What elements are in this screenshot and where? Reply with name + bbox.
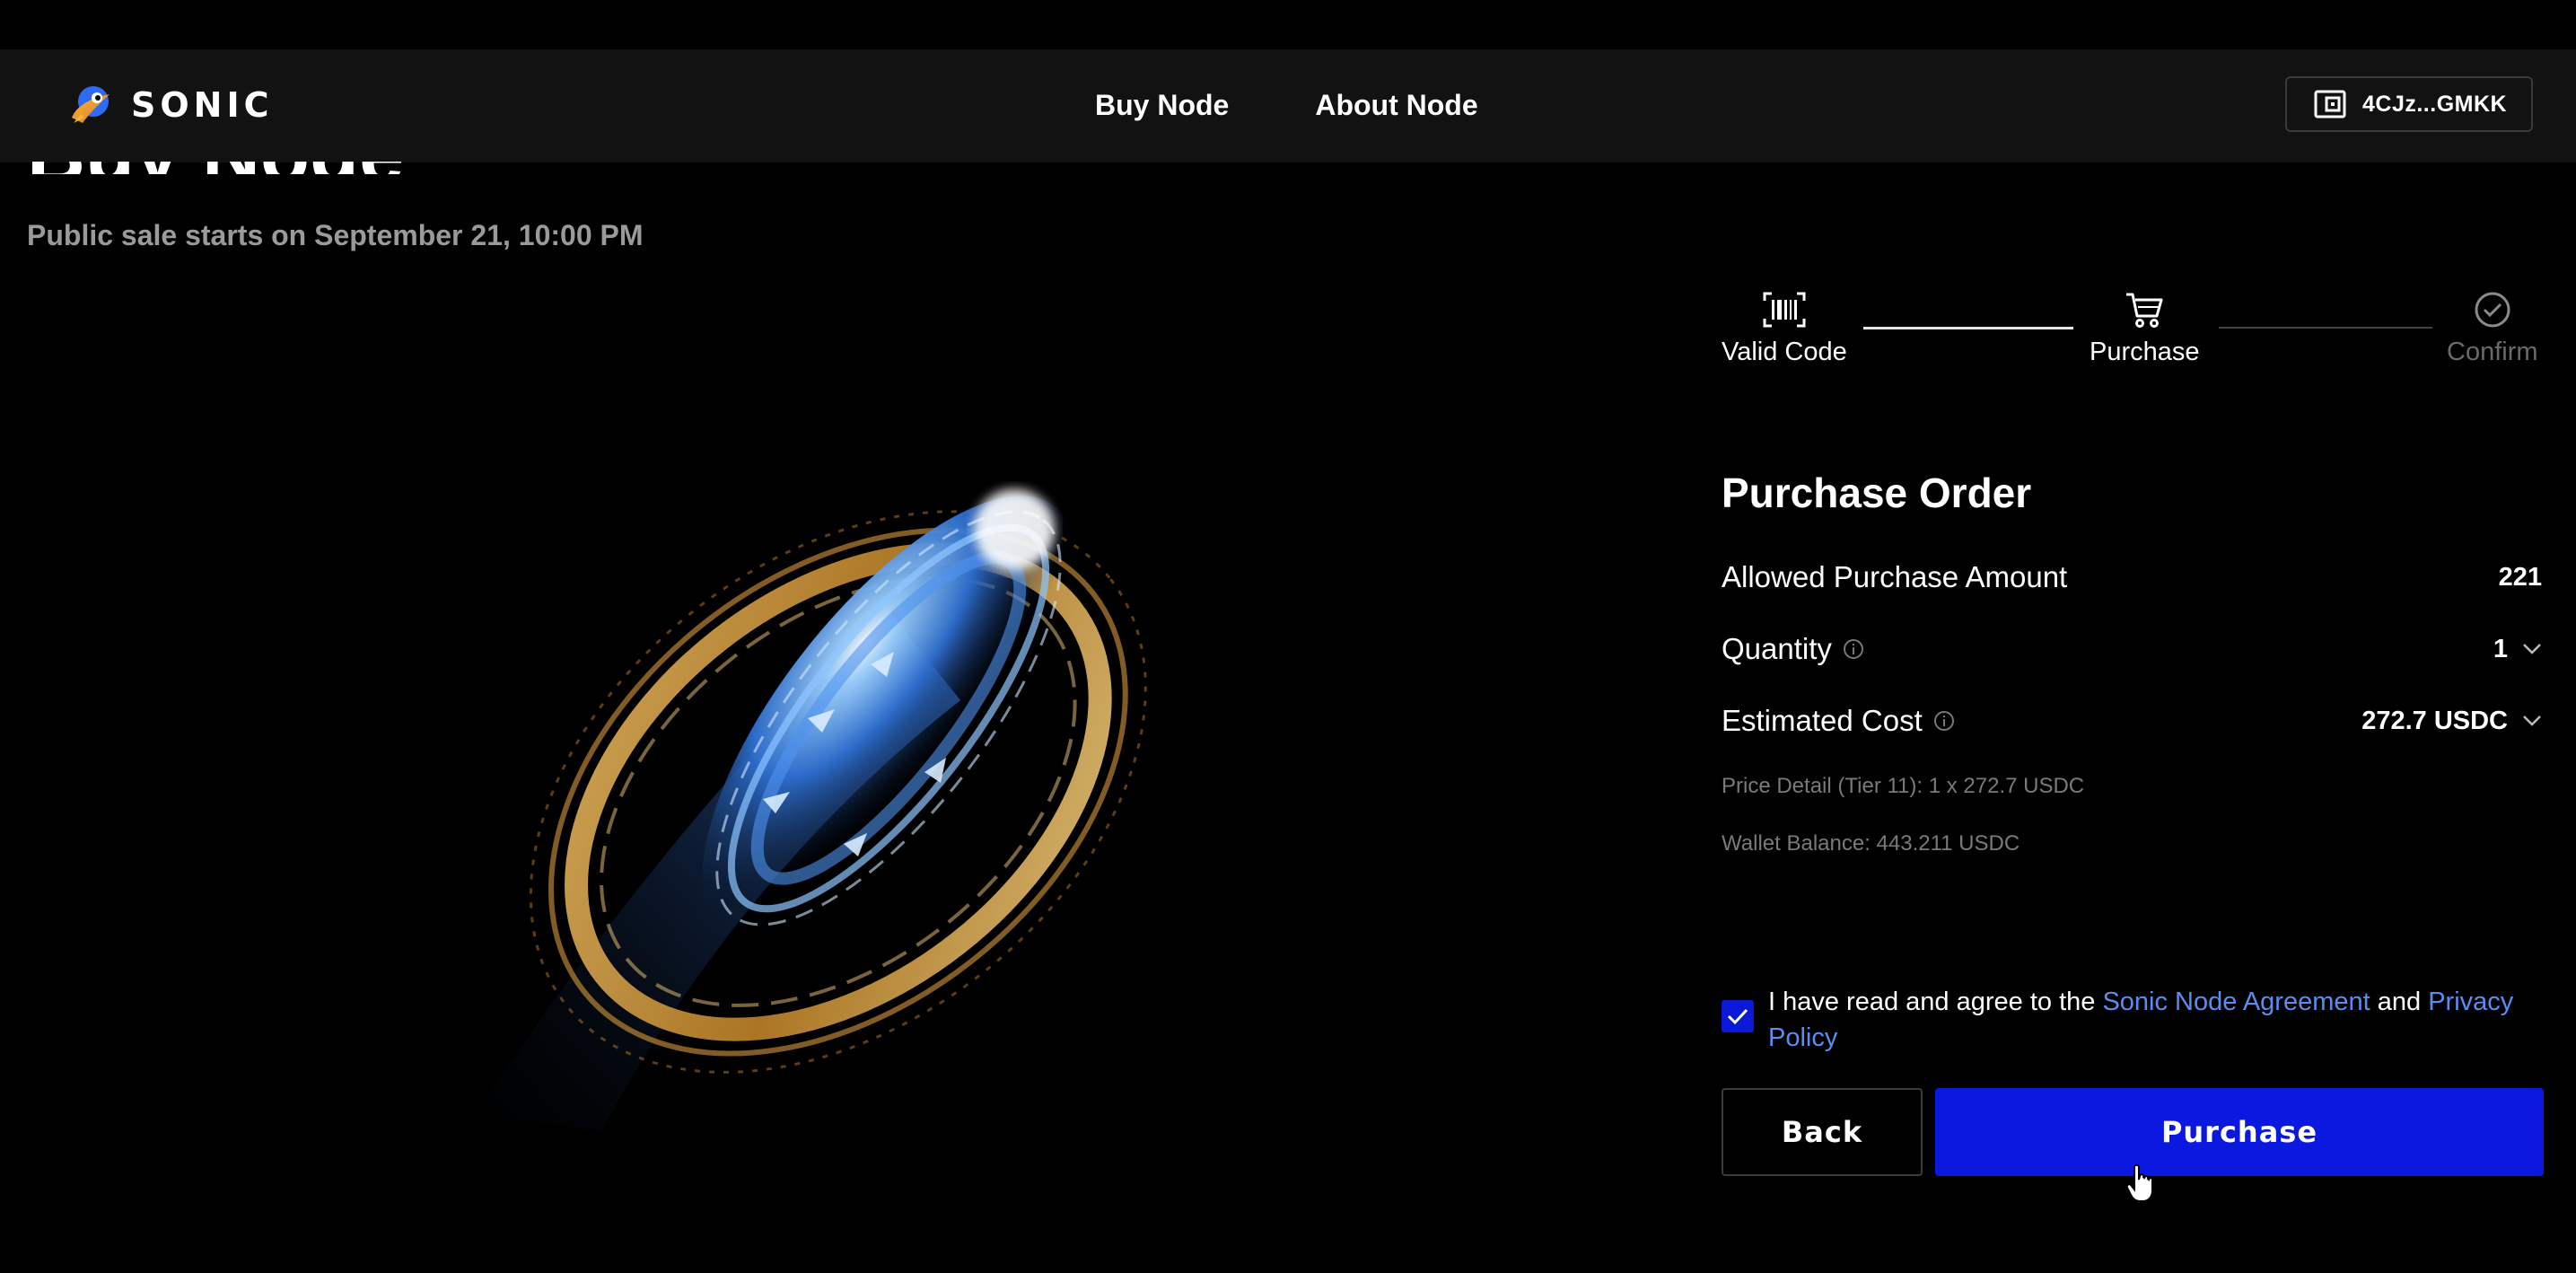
brand-name: SONIC xyxy=(131,85,274,125)
estimated-cost-row: Estimated Cost 272.7 USDC xyxy=(1722,698,2542,743)
step-confirm: Confirm xyxy=(2447,287,2538,367)
check-circle-icon xyxy=(2475,292,2510,328)
step-purchase: Purchase xyxy=(2090,287,2200,367)
wallet-button[interactable]: 4CJz...GMKK xyxy=(2285,76,2533,132)
top-navbar: SONIC Buy Node About Node 4CJz...GMKK xyxy=(0,49,2576,162)
step-label: Valid Code xyxy=(1722,338,1847,366)
purchase-button[interactable]: Purchase xyxy=(1935,1088,2544,1176)
agreement-middle: and xyxy=(2370,988,2429,1016)
hand-cursor-icon xyxy=(2125,1163,2154,1202)
sale-start-note: Public sale starts on September 21, 10:0… xyxy=(27,219,644,251)
estimated-cost-toggle[interactable]: 272.7 USDC xyxy=(2361,707,2542,736)
page-title: Buy Node xyxy=(27,162,404,174)
wallet-icon xyxy=(2314,90,2346,119)
checkmark-icon xyxy=(1727,1008,1748,1025)
step-label: Confirm xyxy=(2447,338,2538,366)
main-nav: Buy Node About Node xyxy=(1095,85,1478,125)
estimated-cost-label: Estimated Cost xyxy=(1722,704,1923,737)
info-icon[interactable] xyxy=(1933,710,1955,732)
quantity-select[interactable]: 1 xyxy=(2493,635,2542,664)
step-label: Purchase xyxy=(2090,338,2200,366)
agreement-text: I have read and agree to the Sonic Node … xyxy=(1768,984,2540,1056)
brand-logo[interactable]: SONIC xyxy=(65,78,274,132)
quantity-row: Quantity 1 xyxy=(1722,627,2542,672)
agreement-checkbox[interactable] xyxy=(1722,1000,1754,1032)
barcode-icon xyxy=(1763,292,1806,328)
purchase-order-title: Purchase Order xyxy=(1722,470,2032,516)
price-detail: Price Detail (Tier 11): 1 x 272.7 USDC xyxy=(1722,774,2085,798)
wallet-balance: Wallet Balance: 443.211 USDC xyxy=(1722,831,2020,856)
nav-buy-node[interactable]: Buy Node xyxy=(1095,85,1229,125)
cart-icon xyxy=(2126,293,2163,328)
agreement-prefix: I have read and agree to the xyxy=(1768,988,2103,1016)
sonic-logo-icon xyxy=(72,86,110,123)
allowed-amount-row: Allowed Purchase Amount 221 xyxy=(1722,555,2542,600)
estimated-cost-value: 272.7 USDC xyxy=(2361,706,2508,735)
step-connector-pending xyxy=(2219,327,2432,329)
chevron-down-icon xyxy=(2523,716,2541,726)
node-hero-image xyxy=(476,489,1147,1131)
page-title-clipped: Buy Node xyxy=(27,162,458,174)
page: SONIC Buy Node About Node 4CJz...GMKK Bu… xyxy=(0,0,2576,1273)
nav-about-node[interactable]: About Node xyxy=(1315,85,1477,125)
quantity-label: Quantity xyxy=(1722,632,1832,665)
allowed-amount-label: Allowed Purchase Amount xyxy=(1722,560,2068,593)
agreement-row: I have read and agree to the Sonic Node … xyxy=(1722,984,2542,1056)
sonic-node-agreement-link[interactable]: Sonic Node Agreement xyxy=(2102,988,2370,1016)
wallet-address: 4CJz...GMKK xyxy=(2362,91,2508,117)
back-button[interactable]: Back xyxy=(1722,1088,1923,1176)
chevron-down-icon xyxy=(2523,644,2541,654)
step-valid-code: Valid Code xyxy=(1722,287,1847,367)
allowed-amount-value: 221 xyxy=(2498,562,2542,592)
step-connector-complete xyxy=(1863,327,2073,329)
quantity-value: 1 xyxy=(2493,634,2508,663)
info-icon[interactable] xyxy=(1843,638,1864,660)
